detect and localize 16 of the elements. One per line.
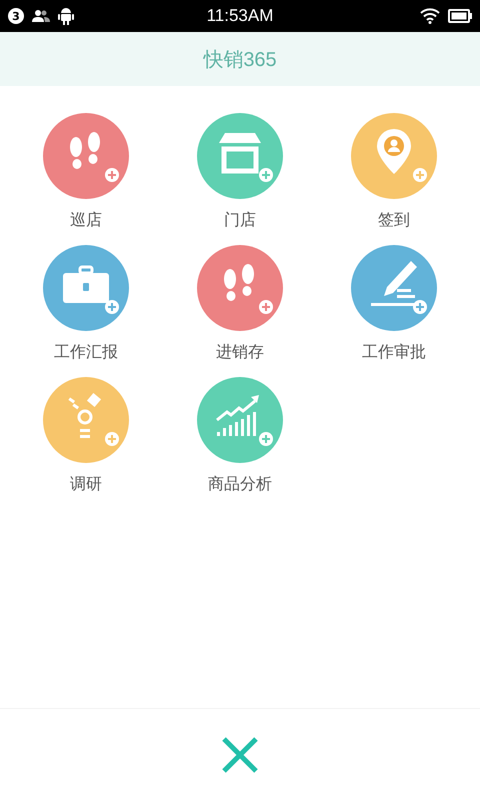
clock: 11:53AM — [206, 6, 274, 26]
battery-icon — [448, 9, 472, 23]
menu-item[interactable]: 工作汇报 — [9, 245, 163, 363]
android-icon — [58, 7, 74, 25]
menu-item[interactable]: 进销存 — [163, 245, 317, 363]
menu-item[interactable]: 门店 — [163, 113, 317, 231]
menu-item[interactable]: 商品分析 — [163, 377, 317, 495]
menu-item[interactable]: 签到 — [317, 113, 471, 231]
contacts-icon — [32, 9, 50, 23]
notification-badge: 3 — [8, 8, 24, 24]
wifi-icon — [420, 8, 440, 24]
close-button[interactable] — [220, 735, 260, 775]
menu-item[interactable]: 巡店 — [9, 113, 163, 231]
menu-item[interactable]: 调研 — [9, 377, 163, 495]
app-title: 快销365 — [203, 48, 277, 72]
menu-item[interactable]: 工作审批 — [317, 245, 471, 363]
